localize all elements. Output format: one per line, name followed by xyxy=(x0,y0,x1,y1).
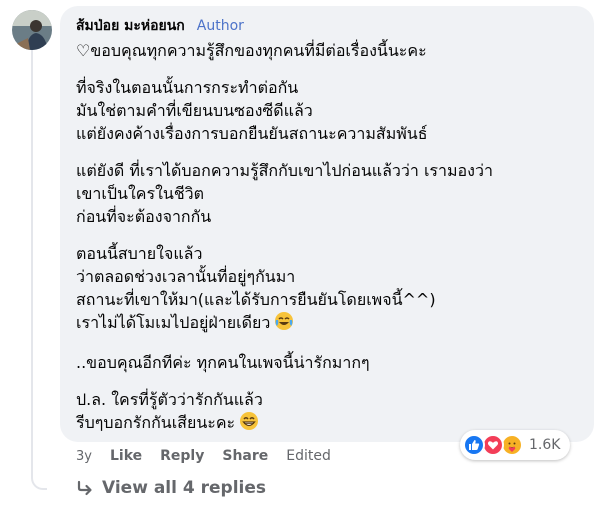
avatar-image xyxy=(12,10,52,50)
comment-paragraph: แต่ยังดี ที่เราได้บอกความรู้สึกกับเขาไปก… xyxy=(76,159,582,228)
comment-line: แต่ยังดี ที่เราได้บอกความรู้สึกกับเขาไปก… xyxy=(76,161,493,180)
comment-paragraph: ที่จริงในตอนนั้นการกระทำต่อกัน มันใช่ตาม… xyxy=(76,76,582,145)
like-button[interactable]: Like xyxy=(110,448,142,464)
comment-line: ว่าตลอดช่วงเวลานั้นที่อยู่ๆกันมา xyxy=(76,267,296,286)
author-name[interactable]: ส้มป่อย มะห่อยนก xyxy=(76,15,185,37)
author-badge: Author xyxy=(196,18,244,34)
reply-thread-line xyxy=(31,48,47,490)
comment-actions: 3y Like Reply Share Edited xyxy=(76,446,331,466)
comment-paragraph: ตอนนี้สบายใจแล้ว ว่าตลอดช่วงเวลานั้นที่อ… xyxy=(76,242,582,337)
reply-button[interactable]: Reply xyxy=(160,448,204,464)
comment-line-text: เราไม่ได้โมเมไปอยู่ฝ่ายเดียว xyxy=(76,313,271,332)
view-replies-label: View all 4 replies xyxy=(102,478,267,498)
comment-header: ส้มป่อย มะห่อยนก Author xyxy=(76,15,582,37)
laugh-cry-emoji xyxy=(274,311,294,337)
comment-line: ..ขอบคุณอีกทีค่ะ ทุกคนในเพจนี้น่ารักมากๆ xyxy=(76,353,370,372)
comment-line: แต่ยังคงค้างเรื่องการบอกยืนยันสถานะความส… xyxy=(76,124,428,143)
comment-bubble: ส้มป่อย มะห่อยนก Author ♡ขอบคุณทุกความรู… xyxy=(60,6,594,442)
reply-arrow-icon xyxy=(76,480,94,496)
comment-line: ก่อนที่จะต้องจากกัน xyxy=(76,207,212,226)
comment-paragraph: ..ขอบคุณอีกทีค่ะ ทุกคนในเพจนี้น่ารักมากๆ xyxy=(76,351,582,374)
like-icon xyxy=(463,434,485,456)
avatar[interactable] xyxy=(12,10,52,50)
comment-timestamp[interactable]: 3y xyxy=(76,449,92,464)
grin-emoji xyxy=(239,411,259,437)
comment-line-text: รีบๆบอกรักกันเสียนะคะ xyxy=(76,413,236,432)
reaction-summary[interactable]: 1.6K xyxy=(460,430,571,460)
view-replies-button[interactable]: View all 4 replies xyxy=(76,476,266,500)
comment-line: เราไม่ได้โมเมไปอยู่ฝ่ายเดียว xyxy=(76,311,582,337)
comment-line: สถานะที่เขาให้มา(และได้รับการยืนยันโดยเพ… xyxy=(76,290,436,309)
edited-label[interactable]: Edited xyxy=(286,448,331,464)
love-icon xyxy=(482,434,504,456)
comment-line: ป.ล. ใครที่รู้ตัวว่ารักกันแล้ว xyxy=(76,390,263,409)
care-icon xyxy=(501,434,523,456)
comment-line: มันใช่ตามคำที่เขียนบนซองซีดีแล้ว xyxy=(76,101,313,120)
comment-line: เขาเป็นใครในชีวิต xyxy=(76,184,205,203)
share-button[interactable]: Share xyxy=(222,448,268,464)
comment-text: ♡ขอบคุณทุกความรู้สึกของทุกคนที่มีต่อเรื่… xyxy=(76,39,582,437)
reaction-count: 1.6K xyxy=(529,437,561,453)
comment-line: ♡ขอบคุณทุกความรู้สึกของทุกคนที่มีต่อเรื่… xyxy=(76,41,427,60)
comment-paragraph: ♡ขอบคุณทุกความรู้สึกของทุกคนที่มีต่อเรื่… xyxy=(76,39,582,62)
comment-line: ที่จริงในตอนนั้นการกระทำต่อกัน xyxy=(76,78,299,97)
comment-line: ตอนนี้สบายใจแล้ว xyxy=(76,244,203,263)
